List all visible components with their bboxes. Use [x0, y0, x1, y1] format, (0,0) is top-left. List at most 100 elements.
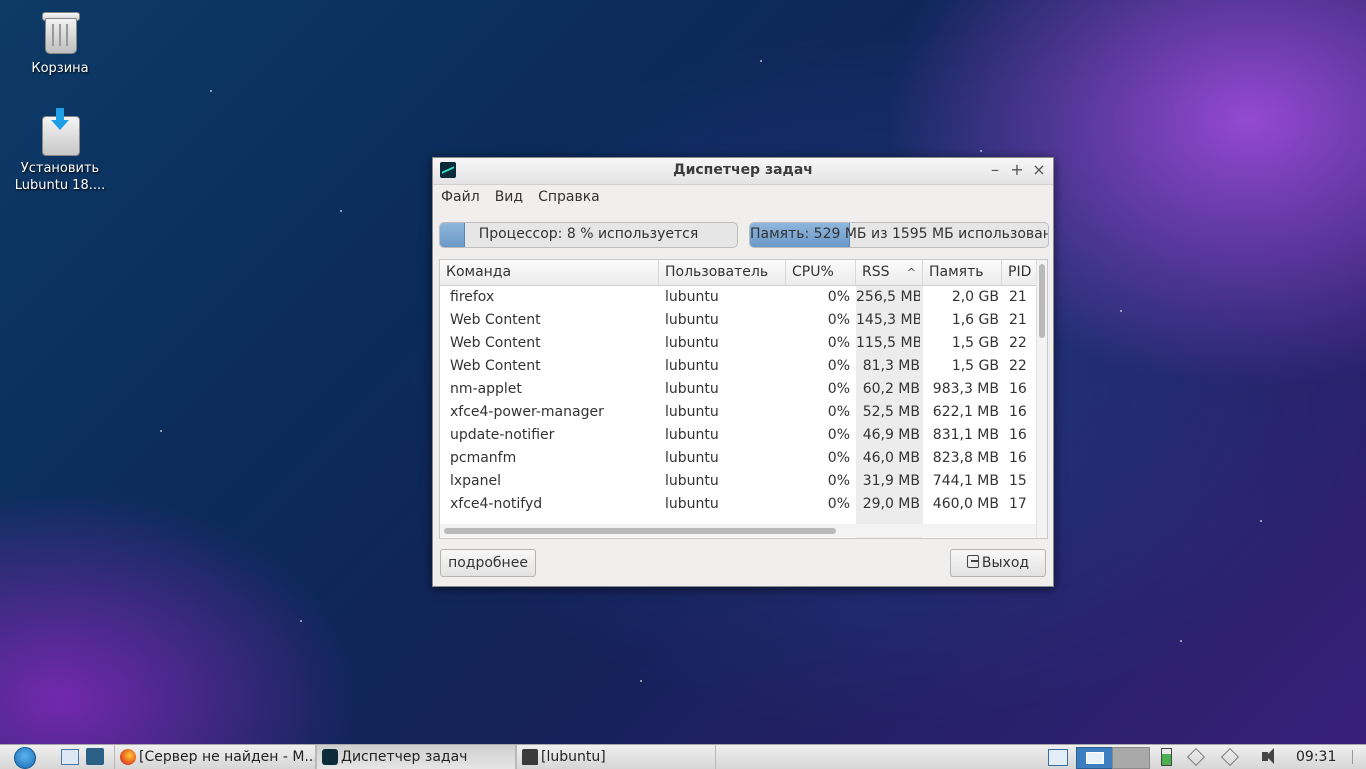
cell-command: xfce4-power-manager: [450, 404, 604, 420]
cell-rss: 145,3 MB: [856, 312, 920, 328]
memory-meter: Память: 529 МБ из 1595 МБ использовано: [749, 222, 1049, 248]
details-button[interactable]: подробнее: [440, 549, 536, 577]
window-titlebar[interactable]: Диспетчер задач – + ×: [433, 158, 1053, 185]
table-row[interactable]: Web Content lubuntu 0% 81,3 MB 1,5 GB 22: [440, 355, 1036, 378]
exit-button[interactable]: Выход: [950, 549, 1046, 577]
cell-pid: 17: [1009, 496, 1027, 512]
cell-user: lubuntu: [665, 312, 719, 328]
column-header-command[interactable]: Команда: [440, 260, 659, 285]
network-manager-launcher[interactable]: [84, 745, 108, 769]
cell-memory: 460,0 MB: [932, 496, 999, 512]
vertical-scrollbar[interactable]: [1036, 260, 1047, 538]
horizontal-scroll-thumb[interactable]: [444, 528, 836, 534]
taskbar-item-label: [lubuntu]: [541, 749, 606, 765]
cell-command: pcmanfm: [450, 450, 517, 466]
start-menu-button[interactable]: [2, 745, 50, 769]
cell-pid: 16: [1009, 404, 1027, 420]
cpu-meter-label: Процессор: 8 % используется: [478, 226, 699, 242]
menubar: Файл Вид Справка: [433, 185, 1053, 209]
cell-cpu: 0%: [827, 404, 850, 420]
menu-help[interactable]: Справка: [538, 189, 600, 205]
show-desktop-button[interactable]: [58, 745, 80, 769]
menu-file[interactable]: Файл: [441, 189, 480, 205]
table-row[interactable]: firefox lubuntu 0% 256,5 MB 2,0 GB 21: [440, 286, 1036, 309]
table-row[interactable]: update-notifier lubuntu 0% 46,9 MB 831,1 MB 1…: [440, 424, 1036, 447]
cell-pid: 16: [1009, 381, 1027, 397]
cell-user: lubuntu: [665, 496, 719, 512]
workspace-2[interactable]: [1112, 747, 1150, 769]
close-button[interactable]: ×: [1030, 161, 1048, 179]
taskbar-item-label: Диспетчер задач: [341, 749, 468, 765]
cell-command: Web Content: [450, 335, 541, 351]
cell-command: nm-applet: [450, 381, 522, 397]
column-header-rss[interactable]: RSS ^: [856, 260, 923, 285]
column-header-memory[interactable]: Память: [923, 260, 1002, 285]
cell-cpu: 0%: [827, 358, 850, 374]
minimize-button[interactable]: –: [986, 161, 1004, 179]
cell-user: lubuntu: [665, 335, 719, 351]
firefox-icon: [120, 749, 136, 765]
network-disconnected-icon: [1187, 748, 1205, 766]
cell-user: lubuntu: [665, 404, 719, 420]
cell-cpu: 0%: [827, 289, 850, 305]
cell-memory: 983,3 MB: [932, 381, 999, 397]
desktop-icon-installer[interactable]: Установить Lubuntu 18....: [10, 108, 110, 194]
horizontal-scrollbar[interactable]: [440, 524, 1036, 537]
cell-cpu: 0%: [827, 473, 850, 489]
workspace-window-preview: [1086, 752, 1104, 764]
exit-button-label: Выход: [981, 555, 1030, 571]
clock[interactable]: 09:31: [1296, 745, 1336, 769]
cell-rss: 52,5 MB: [862, 404, 920, 420]
table-row[interactable]: Web Content lubuntu 0% 115,5 MB 1,5 GB 22: [440, 332, 1036, 355]
menu-view[interactable]: Вид: [495, 189, 523, 205]
cell-memory: 1,6 GB: [951, 312, 999, 328]
window-list-icon: [1048, 749, 1068, 766]
cell-command: update-notifier: [450, 427, 555, 443]
cell-user: lubuntu: [665, 473, 719, 489]
cell-pid: 21: [1009, 312, 1027, 328]
window-list-button[interactable]: [1046, 745, 1070, 769]
network-tray-1[interactable]: [1184, 745, 1208, 769]
table-row[interactable]: lxpanel lubuntu 0% 31,9 MB 744,1 MB 15: [440, 470, 1036, 493]
cell-memory: 2,0 GB: [951, 289, 999, 305]
table-row[interactable]: Web Content lubuntu 0% 145,3 MB 1,6 GB 21: [440, 309, 1036, 332]
table-row[interactable]: xfce4-notifyd lubuntu 0% 29,0 MB 460,0 MB 17: [440, 493, 1036, 516]
network-tray-2[interactable]: [1218, 745, 1242, 769]
column-header-user[interactable]: Пользователь: [659, 260, 786, 285]
taskbar-item-task-manager[interactable]: Диспетчер задач: [316, 745, 516, 769]
cell-memory: 823,8 MB: [932, 450, 999, 466]
battery-tray[interactable]: [1156, 745, 1178, 769]
maximize-button[interactable]: +: [1008, 161, 1026, 179]
workspace-1[interactable]: [1076, 747, 1114, 769]
cell-memory: 744,1 MB: [932, 473, 999, 489]
desktop-icon-trash[interactable]: Корзина: [10, 8, 110, 77]
taskbar-item-file-manager[interactable]: [lubuntu]: [516, 745, 716, 769]
cell-cpu: 0%: [827, 312, 850, 328]
cell-pid: 22: [1009, 358, 1027, 374]
vertical-scroll-thumb[interactable]: [1039, 264, 1045, 338]
table-row[interactable]: nm-applet lubuntu 0% 60,2 MB 983,3 MB 16: [440, 378, 1036, 401]
column-header-cpu[interactable]: CPU%: [786, 260, 856, 285]
trash-icon: [38, 8, 82, 56]
cell-pid: 16: [1009, 450, 1027, 466]
installer-icon: [38, 108, 82, 156]
cell-pid: 16: [1009, 427, 1027, 443]
cell-rss: 29,0 MB: [862, 496, 920, 512]
show-desktop-icon: [61, 749, 79, 765]
cell-user: lubuntu: [665, 358, 719, 374]
process-table[interactable]: Команда Пользователь CPU% RSS ^ Память PI…: [439, 259, 1048, 539]
cell-rss: 115,5 MB: [856, 335, 920, 351]
task-manager-window: Диспетчер задач – + × Файл Вид Справка П…: [432, 157, 1054, 587]
cell-rss: 81,3 MB: [862, 358, 920, 374]
table-row[interactable]: pcmanfm lubuntu 0% 46,0 MB 823,8 MB 16: [440, 447, 1036, 470]
table-row[interactable]: xfce4-power-manager lubuntu 0% 52,5 MB 622,1…: [440, 401, 1036, 424]
cell-pid: 15: [1009, 473, 1027, 489]
cell-rss: 60,2 MB: [862, 381, 920, 397]
cell-user: lubuntu: [665, 450, 719, 466]
window-title: Диспетчер задач: [673, 162, 813, 178]
cell-memory: 622,1 MB: [932, 404, 999, 420]
cell-rss: 31,9 MB: [862, 473, 920, 489]
taskbar-item-firefox[interactable]: [Сервер не найден - M...: [114, 745, 316, 769]
cell-user: lubuntu: [665, 289, 719, 305]
volume-tray[interactable]: [1258, 745, 1284, 769]
